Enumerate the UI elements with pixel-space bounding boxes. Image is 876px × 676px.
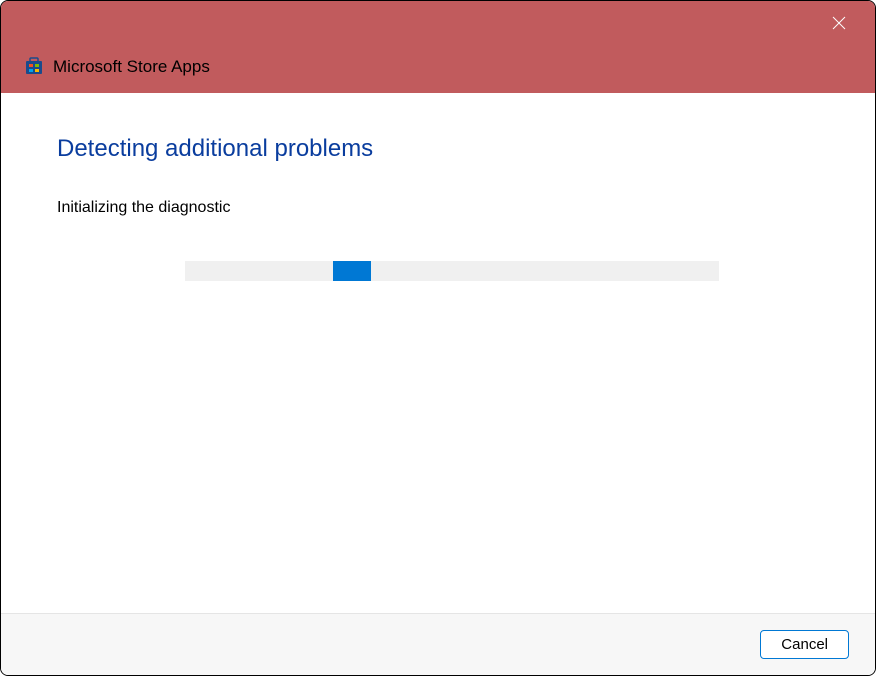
app-title: Microsoft Store Apps [53,57,210,77]
titlebar: Microsoft Store Apps [1,1,875,93]
content-area: Detecting additional problems Initializi… [1,93,875,613]
store-icon [25,57,43,75]
close-icon [832,16,846,35]
progress-indicator [333,261,371,281]
progress-bar [185,261,719,281]
close-button[interactable] [819,9,859,41]
troubleshooter-window: Microsoft Store Apps Detecting additiona… [0,0,876,676]
cancel-button[interactable]: Cancel [760,630,849,659]
page-heading: Detecting additional problems [57,135,819,163]
status-text: Initializing the diagnostic [57,199,819,217]
footer: Cancel [1,613,875,675]
